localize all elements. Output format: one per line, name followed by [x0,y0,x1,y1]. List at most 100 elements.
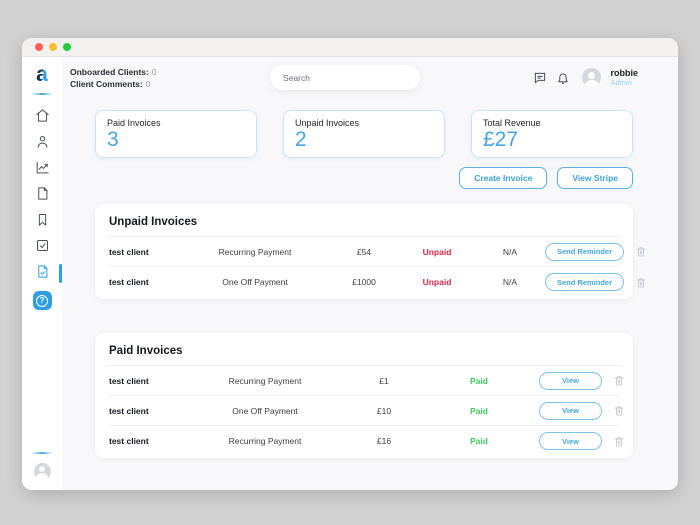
sidebar: a ? [22,57,62,490]
invoice-extra: N/A [502,277,518,287]
paid-invoices-label: Paid Invoices [107,118,161,128]
check-square-icon [35,238,50,258]
minimize-window-button[interactable] [49,43,57,51]
delete-invoice-button[interactable] [613,435,625,448]
sidebar-divider-top [31,93,53,95]
paid-invoice-row: test client Recurring Payment £16 Paid V… [109,426,624,456]
invoice-type: Recurring Payment [228,375,302,386]
view-invoice-button[interactable]: View [539,371,602,390]
sidebar-item-home[interactable] [22,105,62,130]
chart-icon [35,160,50,180]
sidebar-item-documents[interactable] [22,183,62,208]
sidebar-item-help[interactable]: ? [32,291,52,310]
unpaid-invoice-row: test client Recurring Payment £54 Unpaid… [109,237,646,267]
invoice-type: Recurring Payment [228,436,302,446]
app-logo: a [36,63,48,86]
bell-icon [558,73,569,84]
action-buttons: Create Invoice View Stripe [95,167,633,189]
delete-invoice-button[interactable] [635,276,647,289]
topbar: Onboarded Clients:0 Client Comments:0 [70,65,638,90]
invoice-type: One Off Payment [232,405,298,416]
view-invoice-button[interactable]: View [539,432,602,450]
client-comments-stat: Client Comments: 0 [70,78,151,89]
invoice-client: test client [109,405,149,416]
document-icon [35,186,50,206]
notifications-button[interactable] [556,71,570,85]
home-icon [35,108,50,128]
invoice-amount: £10 [376,405,392,416]
sidebar-item-analytics[interactable] [22,157,62,182]
trash-icon [636,247,646,257]
paid-invoice-row: test client One Off Payment £10 Paid Vie… [109,396,624,426]
paid-invoices-section: Paid Invoices test client Recurring Paym… [95,333,633,458]
unpaid-section-title: Unpaid Invoices [109,216,198,228]
app-window: a ? Onboarded Clients: 0 Client Comments… [22,38,678,490]
invoice-client: test client [109,436,149,446]
view-stripe-button[interactable]: View Stripe [557,167,633,189]
sidebar-item-tasks[interactable] [22,235,62,260]
invoice-amount: £1 [379,375,389,386]
create-invoice-button[interactable]: Create Invoice [459,167,548,189]
total-revenue-label: Total Revenue [483,118,541,128]
invoice-type: One Off Payment [222,277,288,287]
sidebar-avatar[interactable] [33,463,51,480]
client-stats: Onboarded Clients: 0 Client Comments: 0 [70,66,157,90]
window-titlebar [22,38,678,57]
invoice-status: Paid [470,436,488,446]
delete-invoice-button[interactable] [613,404,625,417]
invoice-file-icon [35,264,50,284]
paid-section-title: Paid Invoices [109,345,183,357]
invoice-amount: £16 [376,436,392,446]
close-window-button[interactable] [35,43,43,51]
unpaid-invoices-value: 2 [295,128,307,151]
view-invoice-button[interactable]: View [539,401,602,420]
invoice-client: test client [109,277,149,287]
invoice-status: Unpaid [422,277,452,287]
invoice-extra: N/A [502,246,518,257]
invoice-amount: £1000 [352,277,376,287]
paid-invoice-row: test client Recurring Payment £1 Paid Vi… [109,366,624,396]
delete-invoice-button[interactable] [613,374,625,387]
invoice-client: test client [109,375,149,386]
invoice-amount: £54 [356,246,372,257]
paid-invoices-value: 3 [107,128,119,151]
delete-invoice-button[interactable] [635,245,647,258]
trash-icon [614,436,624,446]
chat-icon [535,72,546,83]
total-revenue-card: Total Revenue £27 [471,110,633,158]
unpaid-invoice-row: test client One Off Payment £1000 Unpaid… [109,267,646,297]
invoice-type: Recurring Payment [218,246,292,257]
invoice-status: Paid [470,375,488,386]
trash-icon [636,277,646,287]
sidebar-item-bookmarks[interactable] [22,209,62,234]
unpaid-invoices-card: Unpaid Invoices 2 [283,110,445,158]
person-icon [35,134,50,154]
client-comments-count: 0 [145,78,151,89]
zoom-window-button[interactable] [63,43,71,51]
send-reminder-button[interactable]: Send Reminder [545,242,625,261]
trash-icon [614,406,624,416]
main-area: Onboarded Clients:0 Client Comments:0 [62,57,678,490]
user-info: robbie Admin [610,68,638,88]
search-input[interactable] [270,65,421,90]
bookmark-icon [35,212,50,232]
onboarded-clients-stat: Onboarded Clients: 0 [70,66,157,77]
trash-icon [614,376,624,386]
sidebar-divider-bottom [31,452,53,454]
help-icon: ? [36,294,48,307]
user-name: robbie [610,67,638,78]
unpaid-invoices-label: Unpaid Invoices [295,118,360,128]
send-reminder-button[interactable]: Send Reminder [545,273,625,291]
paid-invoices-card: Paid Invoices 3 [95,110,257,158]
sidebar-item-clients[interactable] [22,131,62,156]
stat-cards: Paid Invoices 3 Unpaid Invoices 2 Total … [95,110,633,158]
messages-button[interactable] [533,71,547,85]
unpaid-invoices-section: Unpaid Invoices test client Recurring Pa… [95,204,646,299]
sidebar-item-invoices[interactable] [22,261,62,286]
invoice-status: Paid [470,405,488,416]
user-role: Admin [610,77,632,87]
invoice-client: test client [109,246,149,257]
invoice-status: Unpaid [422,246,452,257]
active-indicator [59,264,62,283]
user-avatar[interactable] [582,68,602,87]
